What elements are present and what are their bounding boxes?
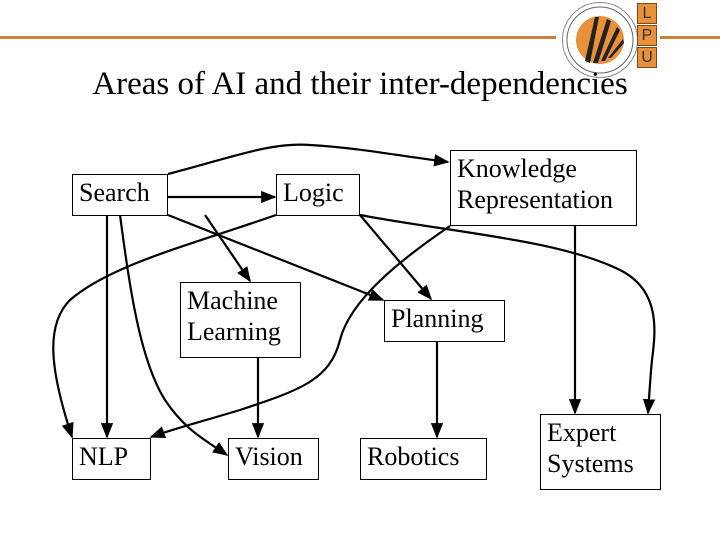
node-expert-systems: Expert Systems bbox=[540, 414, 661, 490]
node-logic: Logic bbox=[276, 174, 360, 216]
node-planning: Planning bbox=[384, 300, 505, 342]
node-machine-learning: Machine Learning bbox=[180, 282, 301, 358]
node-vision: Vision bbox=[228, 438, 319, 480]
edge-search-ml bbox=[204, 214, 251, 283]
edge-search-kr bbox=[167, 143, 450, 176]
node-search: Search bbox=[72, 174, 168, 216]
edge-logic-planning bbox=[359, 214, 432, 301]
node-robotics: Robotics bbox=[360, 438, 487, 480]
node-knowledge-representation: Knowledge Representation bbox=[450, 150, 637, 226]
node-nlp: NLP bbox=[72, 438, 151, 480]
